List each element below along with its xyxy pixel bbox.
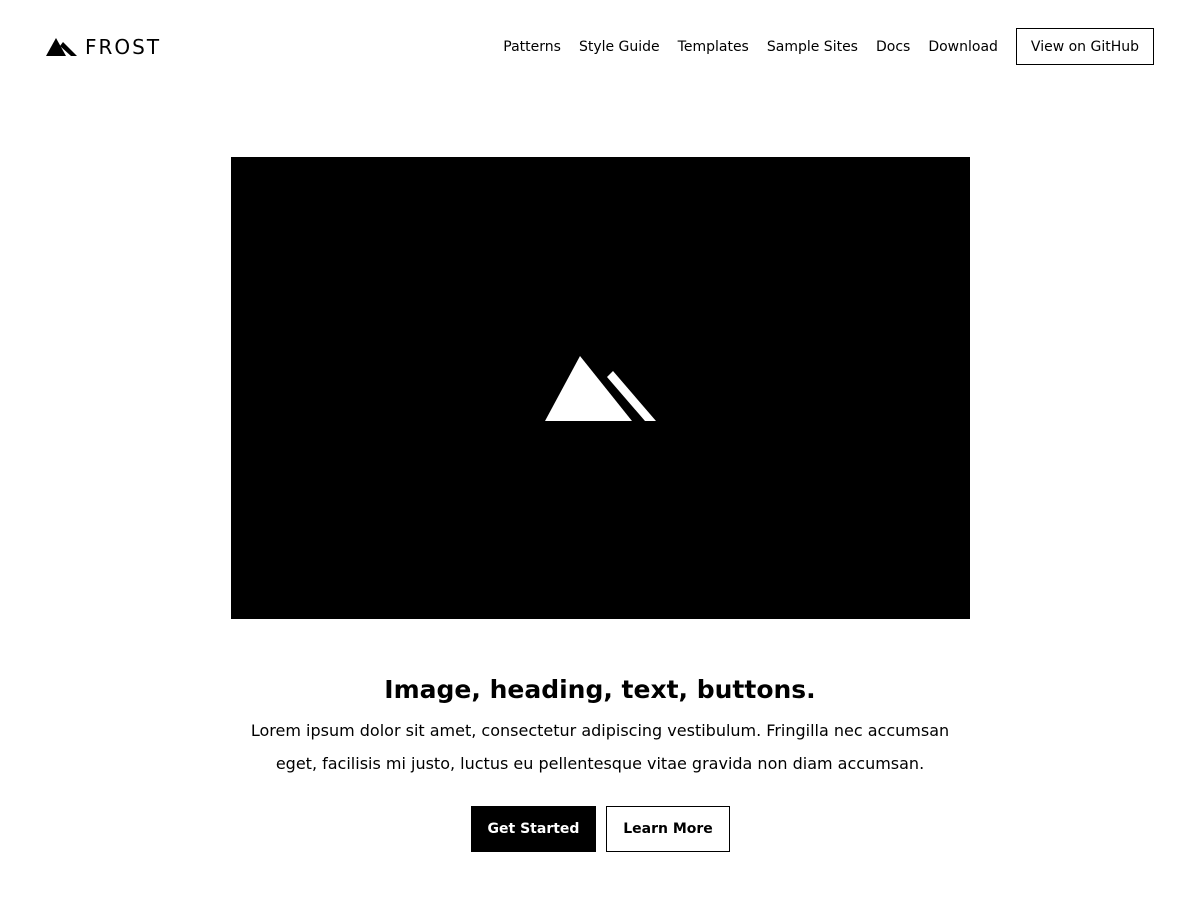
hero-image-placeholder <box>231 157 970 619</box>
mountain-icon <box>545 356 656 421</box>
nav-item-templates[interactable]: Templates <box>678 39 749 55</box>
nav-item-sample-sites[interactable]: Sample Sites <box>767 39 858 55</box>
nav-item-docs[interactable]: Docs <box>876 39 910 55</box>
learn-more-button[interactable]: Learn More <box>606 806 730 852</box>
get-started-button[interactable]: Get Started <box>471 806 596 852</box>
site-header: FROST Patterns Style Guide Templates Sam… <box>0 0 1200 94</box>
hero-heading: Image, heading, text, buttons. <box>384 675 816 704</box>
nav-item-download[interactable]: Download <box>928 39 998 55</box>
main-nav: Patterns Style Guide Templates Sample Si… <box>503 28 1154 65</box>
hero-buttons: Get Started Learn More <box>471 806 730 852</box>
logo-text: FROST <box>85 35 162 59</box>
nav-item-style-guide[interactable]: Style Guide <box>579 39 660 55</box>
nav-item-patterns[interactable]: Patterns <box>503 39 561 55</box>
hero-body-text: Lorem ipsum dolor sit amet, consectetur … <box>250 721 950 773</box>
view-on-github-button[interactable]: View on GitHub <box>1015 28 1154 65</box>
site-logo[interactable]: FROST <box>46 36 161 58</box>
mountain-icon <box>46 38 77 56</box>
